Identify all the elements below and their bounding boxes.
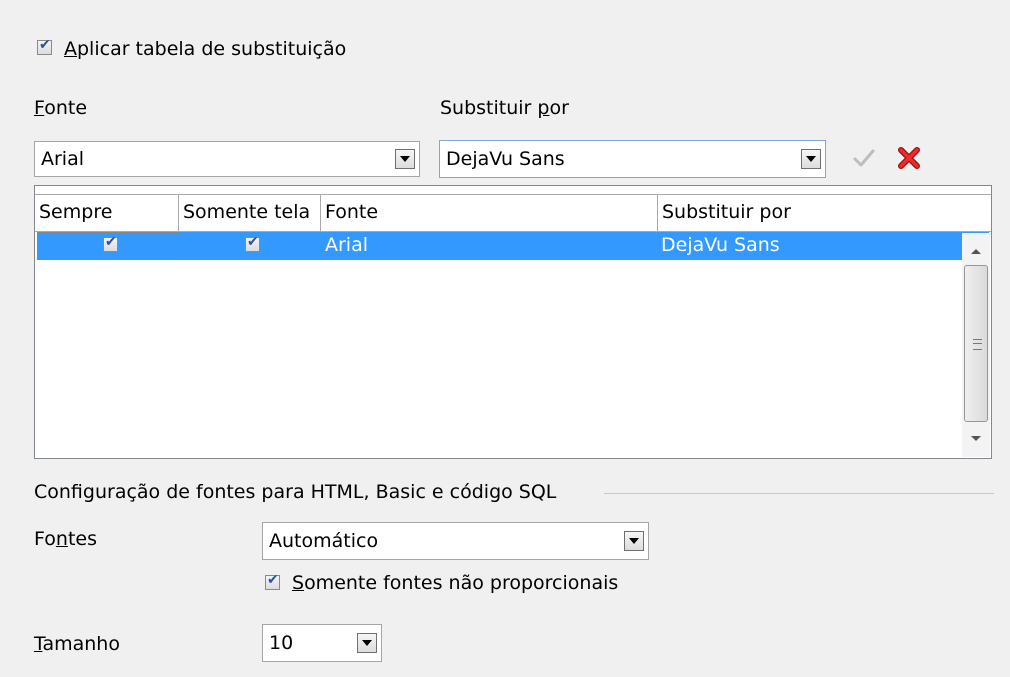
scroll-down-arrow-icon[interactable] bbox=[971, 436, 981, 441]
checkmark-icon[interactable] bbox=[852, 148, 876, 168]
section-divider bbox=[604, 493, 994, 494]
mono-only-label[interactable]: Somente fontes não proporcionais bbox=[292, 572, 618, 594]
fontes-label: Fontes bbox=[34, 528, 97, 550]
chevron-down-icon[interactable] bbox=[357, 633, 377, 653]
substituir-label: Substituir por bbox=[440, 97, 569, 119]
column-header-somente-tela[interactable]: Somente tela bbox=[179, 194, 321, 231]
column-header-fonte[interactable]: Fonte bbox=[321, 194, 658, 231]
fontes-combobox[interactable]: Automático bbox=[262, 522, 649, 560]
row-somente-tela-checkbox[interactable]: ✔ bbox=[245, 234, 260, 252]
table-header: Sempre Somente tela Fonte Substituir por bbox=[35, 186, 991, 232]
section-title: Configuração de fontes para HTML, Basic … bbox=[34, 481, 557, 503]
column-header-sempre[interactable]: Sempre bbox=[35, 194, 179, 231]
vertical-scrollbar[interactable] bbox=[962, 233, 990, 457]
tamanho-label: Tamanho bbox=[34, 633, 120, 655]
fonte-combobox[interactable]: Arial bbox=[34, 141, 420, 177]
checkbox-check-icon: ✔ bbox=[267, 572, 279, 588]
substituir-combobox[interactable]: DejaVu Sans bbox=[439, 140, 826, 178]
replacement-table[interactable]: Sempre Somente tela Fonte Substituir por… bbox=[34, 185, 992, 459]
apply-table-label[interactable]: Aplicar tabela de substituição bbox=[64, 38, 346, 60]
chevron-down-icon[interactable] bbox=[801, 149, 821, 169]
checkbox-check-icon: ✔ bbox=[105, 234, 117, 250]
grip-icon bbox=[973, 339, 982, 350]
delete-x-icon[interactable] bbox=[897, 146, 921, 170]
row-fonte-cell: Arial bbox=[325, 234, 369, 256]
table-row[interactable]: ✔ ✔ Arial DejaVu Sans bbox=[37, 232, 989, 260]
chevron-down-icon[interactable] bbox=[624, 531, 644, 551]
row-sempre-checkbox[interactable]: ✔ bbox=[103, 234, 118, 252]
fonte-label: Fonte bbox=[34, 97, 88, 119]
chevron-down-icon[interactable] bbox=[395, 149, 415, 169]
checkbox-check-icon: ✔ bbox=[39, 37, 51, 53]
checkbox-check-icon: ✔ bbox=[247, 234, 259, 250]
scroll-up-arrow-icon[interactable] bbox=[971, 249, 981, 254]
mono-only-checkbox[interactable]: ✔ bbox=[265, 572, 280, 590]
tamanho-combobox[interactable]: 10 bbox=[262, 624, 382, 662]
column-header-substituir-por[interactable]: Substituir por bbox=[658, 194, 991, 231]
scrollbar-thumb[interactable] bbox=[964, 265, 988, 422]
apply-table-checkbox[interactable]: ✔ bbox=[37, 37, 52, 55]
row-substituir-por-cell: DejaVu Sans bbox=[661, 234, 780, 256]
